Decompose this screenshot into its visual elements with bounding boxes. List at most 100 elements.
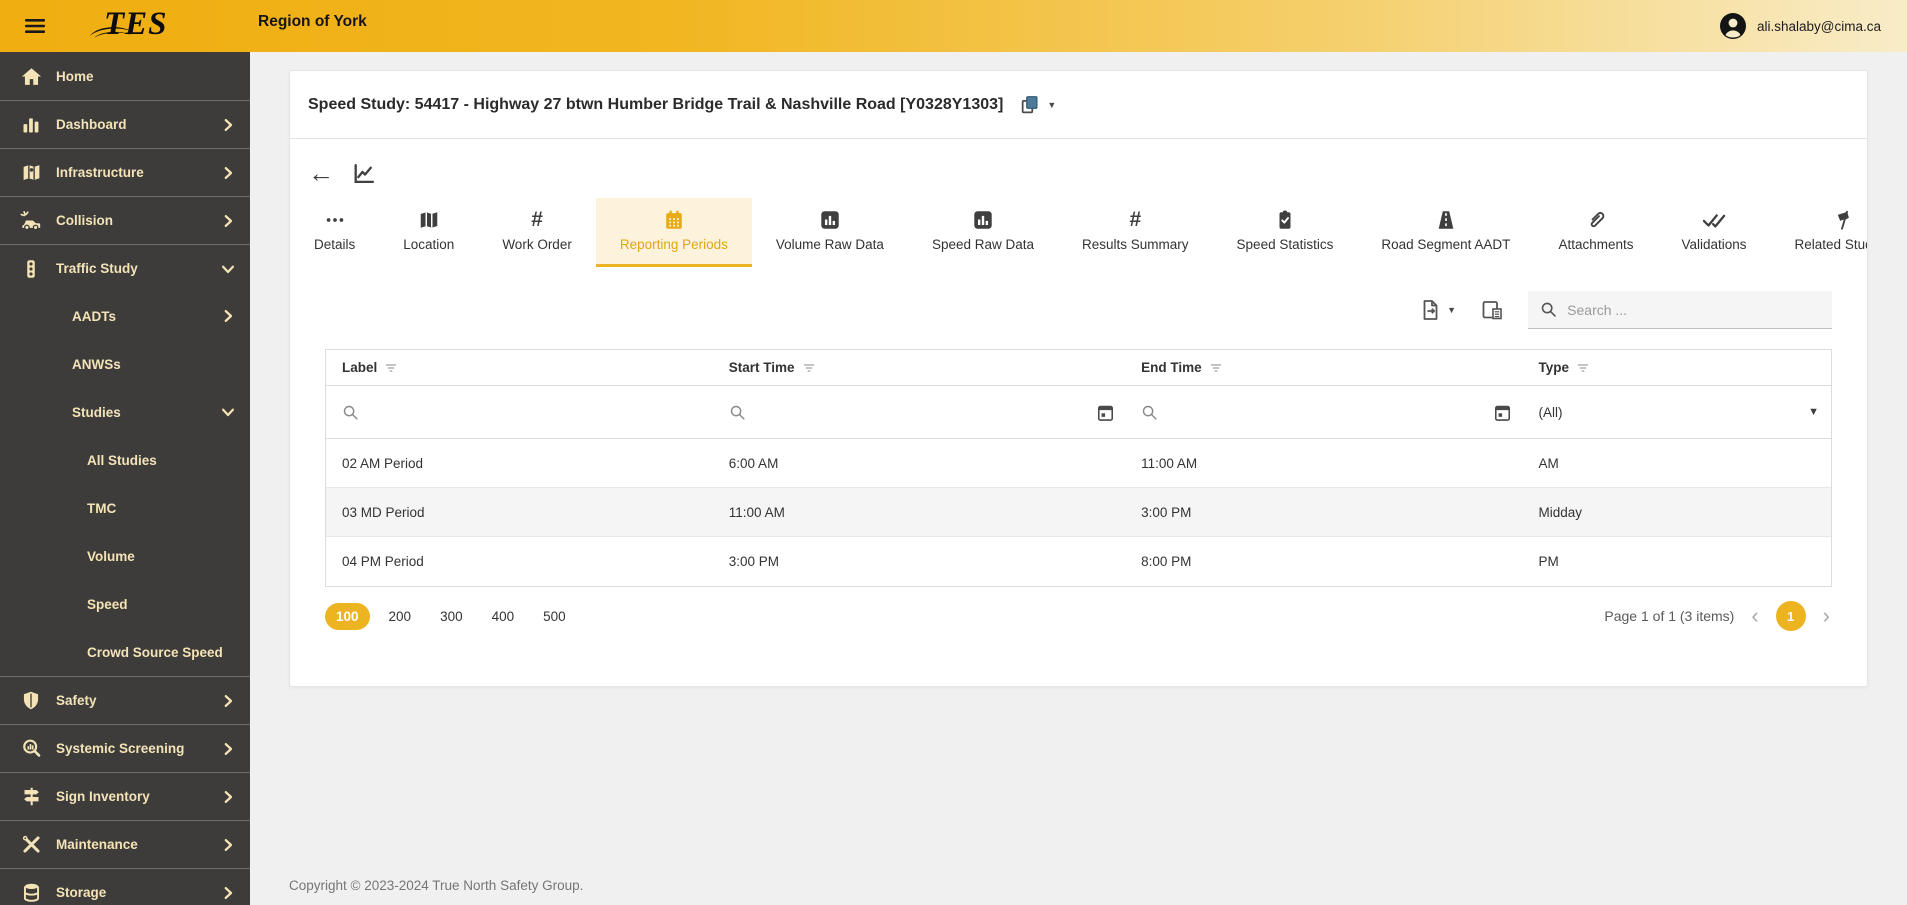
tab-label: Related Studies [1794,237,1867,252]
column-header-start-time[interactable]: Start Time [713,350,1125,385]
sidebar-item-aadts[interactable]: AADTs [0,292,250,340]
cell-end-time: 8:00 PM [1141,554,1192,569]
label-filter-input[interactable] [369,404,713,420]
sidebar-item-home[interactable]: Home [0,52,250,100]
type-filter-select[interactable]: (All) ▼ [1522,386,1831,438]
chevron-down-icon [219,403,237,421]
ellipsis-icon [324,209,346,231]
type-filter-value: (All) [1538,404,1563,420]
sidebar-item-volume[interactable]: Volume [0,532,250,580]
next-page-button[interactable]: › [1821,605,1832,627]
page-size-300[interactable]: 300 [430,603,473,630]
shield-icon [19,689,43,713]
table-row[interactable]: 04 PM Period 3:00 PM 8:00 PM PM [326,537,1831,586]
sidebar-item-label: Maintenance [56,837,138,852]
line-chart-button[interactable] [351,161,376,186]
tab-label: Speed Raw Data [931,237,1035,252]
chevron-right-icon [219,212,237,230]
page-size-500[interactable]: 500 [533,603,576,630]
table-row[interactable]: 03 MD Period 11:00 AM 3:00 PM Midday [326,488,1831,537]
sidebar-item-all-studies[interactable]: All Studies [0,436,250,484]
tab-label: Volume Raw Data [775,237,884,252]
header-filter-icon[interactable] [1576,361,1590,375]
sidebar-item-dashboard[interactable]: Dashboard [0,100,250,148]
tab-work-order[interactable]: # Work Order [478,198,596,267]
user-menu[interactable]: ali.shalaby@cima.ca [1719,0,1881,52]
sidebar-item-systemic-screening[interactable]: Systemic Screening [0,724,250,772]
tab-related-studies[interactable]: Related Studies [1771,198,1867,267]
copy-icon [1022,95,1038,113]
tab-attachments[interactable]: Attachments [1534,198,1657,267]
column-header-type[interactable]: Type [1522,350,1831,385]
header-filter-icon[interactable] [384,361,398,375]
tab-results-summary[interactable]: # Results Summary [1058,198,1213,267]
tab-label: Speed Statistics [1236,237,1334,252]
sidebar-item-traffic-study[interactable]: Traffic Study [0,244,250,292]
sidebar-item-anwss[interactable]: ANWSs [0,340,250,388]
dashboard-icon [19,113,43,137]
double-check-icon [1702,209,1726,231]
prev-page-button[interactable]: ‹ [1749,605,1760,627]
search-input[interactable] [1567,301,1820,318]
sidebar-item-tmc[interactable]: TMC [0,484,250,532]
copy-title-button[interactable]: ▼ [1019,94,1056,116]
sidebar-item-label: Traffic Study [56,261,138,276]
logo-swoosh-icon [90,27,132,38]
back-button[interactable]: ← [308,160,334,186]
copyright-text: Copyright © 2023-2024 True North Safety … [289,878,584,893]
chevron-right-icon [219,307,237,325]
sidebar-item-label: Studies [72,404,121,420]
road-icon [1435,209,1457,231]
sidebar-item-label: Crowd Source Speed [87,644,223,660]
sidebar-item-safety[interactable]: Safety [0,676,250,724]
sidebar-item-label: Speed [87,596,128,612]
export-button[interactable]: ▼ [1418,298,1456,322]
chevron-right-icon [219,692,237,710]
column-chooser-button[interactable] [1480,298,1504,322]
end-time-calendar-button[interactable] [1493,403,1512,422]
sidebar-item-maintenance[interactable]: Maintenance [0,820,250,868]
start-time-filter-input[interactable] [755,404,1087,420]
tab-label: Location [403,237,455,252]
table-row[interactable]: 02 AM Period 6:00 AM 11:00 AM AM [326,439,1831,488]
column-header-end-time[interactable]: End Time [1125,350,1522,385]
main-content: Speed Study: 54417 - Highway 27 btwn Hum… [250,52,1907,905]
sidebar-item-sign-inventory[interactable]: Sign Inventory [0,772,250,820]
tab-details[interactable]: Details [290,198,379,267]
page-size-100[interactable]: 100 [325,602,370,630]
sidebar-item-studies[interactable]: Studies [0,388,250,436]
tab-speed-raw-data[interactable]: Speed Raw Data [908,198,1058,267]
hamburger-menu-icon[interactable] [22,13,48,39]
search-icon [730,405,745,420]
caret-down-icon: ▼ [1447,305,1456,315]
page-size-200[interactable]: 200 [379,603,422,630]
header-filter-icon[interactable] [1209,361,1223,375]
filter-cell-end-time [1125,386,1522,438]
start-time-calendar-button[interactable] [1096,403,1115,422]
tab-road-segment-aadt[interactable]: Road Segment AADT [1357,198,1534,267]
sidebar-item-infrastructure[interactable]: Infrastructure [0,148,250,196]
sidebar-item-speed[interactable]: Speed [0,580,250,628]
chevron-right-icon [219,788,237,806]
tab-label: Validations [1681,237,1747,252]
sidebar-item-storage[interactable]: Storage [0,868,250,905]
bar-chart-icon [819,209,841,231]
page-1-button[interactable]: 1 [1775,601,1806,631]
line-chart-icon [354,163,375,183]
chevron-right-icon [219,836,237,854]
column-header-label[interactable]: Label [326,350,713,385]
sidebar-item-label: Volume [87,548,135,564]
tab-validations[interactable]: Validations [1657,198,1770,267]
filter-cell-start-time [713,386,1125,438]
header-filter-icon[interactable] [802,361,816,375]
clipboard-check-icon [1274,209,1296,231]
sidebar-item-collision[interactable]: Collision [0,196,250,244]
tab-location[interactable]: Location [379,198,478,267]
tab-reporting-periods[interactable]: Reporting Periods [595,198,752,267]
page-size-400[interactable]: 400 [482,603,525,630]
caret-down-icon: ▼ [1808,406,1819,418]
tab-speed-statistics[interactable]: Speed Statistics [1213,198,1358,267]
sidebar-item-crowd-source-speed[interactable]: Crowd Source Speed [0,628,250,676]
tab-volume-raw-data[interactable]: Volume Raw Data [752,198,908,267]
end-time-filter-input[interactable] [1168,404,1484,420]
